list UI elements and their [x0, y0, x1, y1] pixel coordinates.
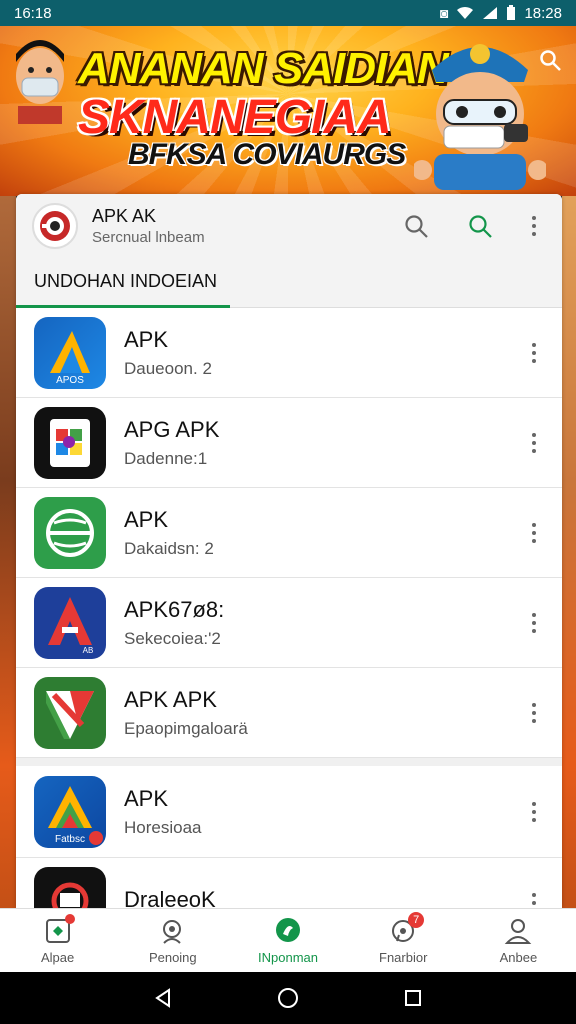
svg-text:Fatbsc: Fatbsc	[55, 834, 85, 845]
background-left-strip	[0, 196, 16, 908]
app-more-icon[interactable]	[522, 513, 546, 553]
chat-icon: 7	[388, 912, 425, 946]
nav-label: Fnarbior	[379, 950, 428, 965]
card-subtitle: Sercnual lnbeam	[92, 229, 205, 246]
nav-item-pending[interactable]: Penoing	[115, 909, 230, 972]
svg-text:AB: AB	[83, 646, 94, 655]
bottom-navigation: Alpae Penoing INponman 7 Fnarbior Anbee	[0, 908, 576, 972]
app-list-item[interactable]: APK Dakaidsn: 2	[16, 488, 562, 578]
banner-title-line1: ANANAN SAIDIAN	[78, 44, 449, 93]
back-icon[interactable]	[143, 978, 183, 1018]
nav-item-active[interactable]: INponman	[230, 909, 345, 972]
app-icon-green-red	[34, 676, 106, 749]
background-right-strip	[562, 196, 576, 908]
app-icon-black-red	[34, 866, 106, 908]
app-subtitle: Epaopimgaloarä	[124, 718, 248, 738]
badge-dot	[64, 914, 75, 924]
app-icon-black-colorful	[34, 406, 106, 479]
system-navigation-bar	[0, 972, 576, 1024]
person-icon	[503, 916, 533, 946]
app-list-item[interactable]: APK APK Epaopimgaloarä	[16, 668, 562, 758]
app-name: DraleeoK	[124, 886, 216, 909]
home-apps-icon	[43, 914, 75, 946]
app-more-icon[interactable]	[522, 693, 546, 733]
app-list-item[interactable]: DraleeoK	[16, 858, 562, 908]
active-leaf-icon	[273, 916, 303, 946]
app-subtitle: Horesioaa	[124, 817, 202, 837]
app-icon-blue-a: APOS	[34, 316, 106, 389]
nav-item-home[interactable]: Alpae	[0, 909, 115, 972]
app-more-icon[interactable]	[522, 333, 546, 373]
app-name: APK APK	[124, 686, 217, 712]
app-list-item[interactable]: Fatbsc APK Horesioaa	[16, 758, 562, 858]
promo-banner[interactable]: ANANAN SAIDIAN SKNANEGIAA BFKSA COVIAURG…	[0, 26, 576, 196]
app-subtitle: Daueoon. 2	[124, 358, 212, 378]
app-icon-red-a-blue: AB	[34, 586, 106, 659]
status-time-right: 18:28	[524, 4, 562, 22]
app-name: APK67ø8:	[124, 596, 225, 622]
app-list-item[interactable]: AB APK67ø8: Sekecoiea:'2	[16, 578, 562, 668]
app-more-icon[interactable]	[522, 792, 546, 832]
wifi-icon	[457, 6, 474, 19]
status-bar: 16:18 ◙ 18:28	[0, 0, 576, 26]
app-name: APK	[124, 506, 169, 532]
app-subtitle: Sekecoiea:'2	[124, 628, 221, 648]
banner-search-icon[interactable]	[538, 48, 562, 79]
app-list-card: APK AK Sercnual lnbeam UNDOHAN INDOEIAN …	[16, 194, 562, 908]
app-list-item[interactable]: APG APK Dadenne:1	[16, 398, 562, 488]
search-green-icon[interactable]	[460, 206, 500, 246]
banner-title-line2: SKNANEGIAA	[78, 91, 392, 144]
card-header: APK AK Sercnual lnbeam	[16, 194, 562, 258]
status-icons: ◙ 18:28	[440, 5, 562, 22]
banner-title-line3: BFKSA COVIAURGS	[128, 138, 406, 171]
nav-label: INponman	[258, 950, 318, 965]
app-icon-green-globe	[34, 496, 106, 569]
tab-active[interactable]: UNDOHAN INDOEIAN	[16, 258, 230, 308]
status-time-left: 16:18	[14, 4, 52, 22]
home-icon[interactable]	[268, 978, 308, 1018]
app-subtitle: Dakaidsn: 2	[124, 538, 214, 558]
card-title: APK AK	[92, 206, 157, 226]
app-subtitle: Dadenne:1	[124, 448, 208, 468]
overflow-menu-icon[interactable]	[522, 206, 546, 246]
app-more-icon[interactable]	[522, 603, 546, 643]
app-name: APK	[124, 785, 169, 811]
app-name: APK	[124, 326, 169, 352]
signal-icon	[483, 7, 498, 19]
nav-item-account[interactable]: Anbee	[461, 909, 576, 972]
app-icon-blue-multicolor-a: Fatbsc	[34, 775, 106, 848]
app-list: APOS APK Daueoon. 2 APG APK Dadenne:1 AP…	[16, 308, 562, 908]
nav-label: Penoing	[148, 950, 197, 965]
battery-icon	[507, 5, 516, 20]
nfc-icon: ◙	[439, 5, 449, 21]
nav-item-notifications[interactable]: 7 Fnarbior	[346, 909, 461, 972]
cartoon-man-left-image	[16, 40, 64, 124]
notification-badge: 7	[408, 912, 425, 928]
store-logo	[32, 203, 78, 249]
nav-label: Anbee	[499, 950, 538, 965]
app-name: APG APK	[124, 416, 220, 442]
app-more-icon[interactable]	[522, 423, 546, 463]
nav-label: Alpae	[40, 950, 75, 965]
app-more-icon[interactable]	[522, 883, 546, 909]
app-list-item[interactable]: APOS APK Daueoon. 2	[16, 308, 562, 398]
search-icon[interactable]	[396, 206, 436, 246]
tab-bar: UNDOHAN INDOEIAN	[16, 258, 562, 308]
pending-search-icon	[158, 916, 188, 946]
svg-text:APOS: APOS	[56, 375, 84, 386]
recents-icon[interactable]	[393, 978, 433, 1018]
cartoon-officer-right-image	[414, 44, 546, 190]
